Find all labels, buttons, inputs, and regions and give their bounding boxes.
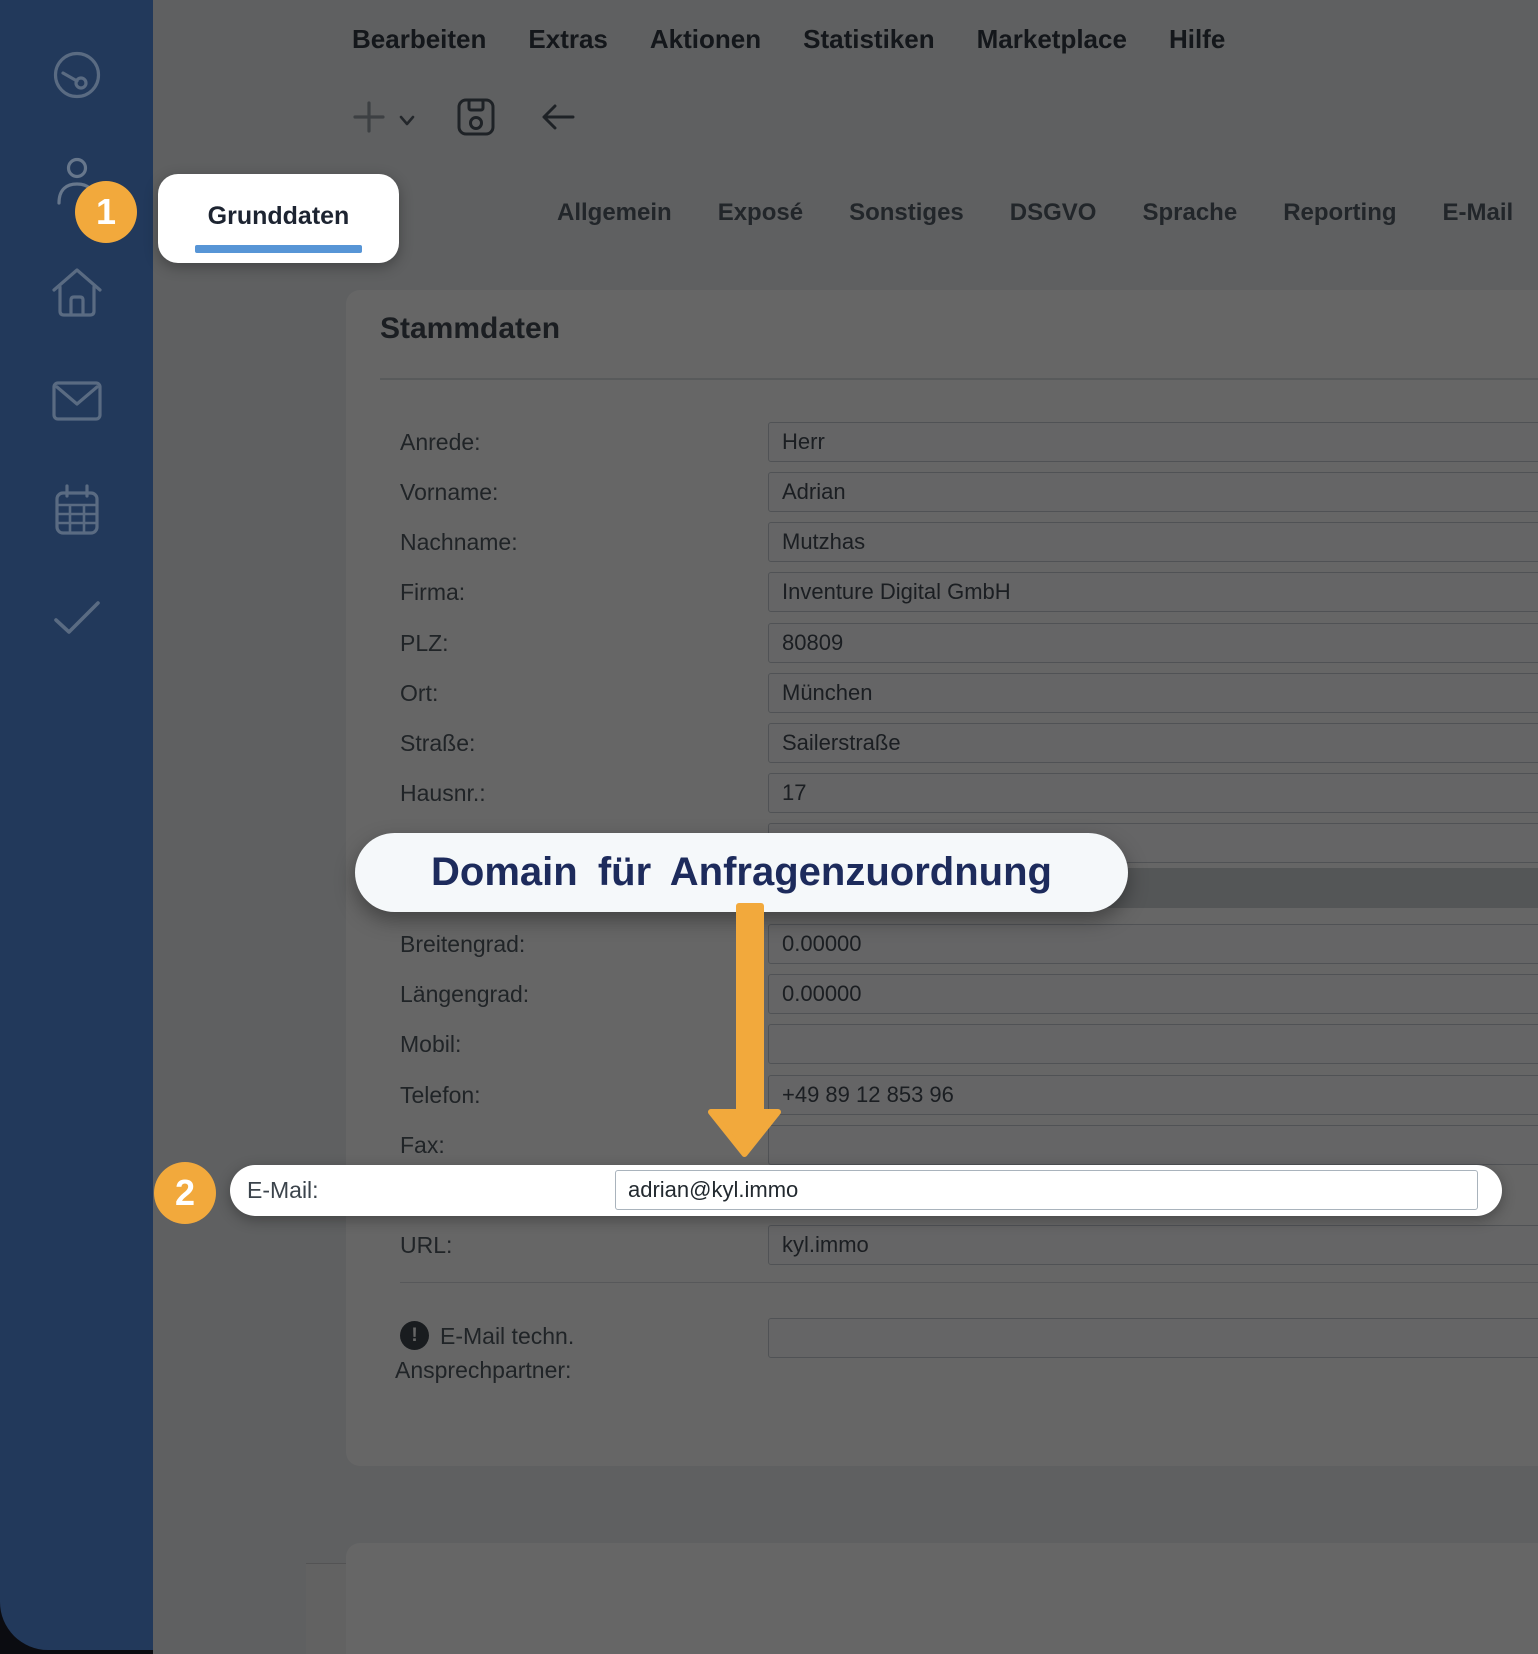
sidebar (0, 0, 153, 1650)
active-tab-underline (195, 245, 362, 253)
home-icon[interactable] (0, 266, 153, 320)
email-row-spotlight: E-Mail: adrian@kyl.immo (230, 1165, 1502, 1216)
calendar-icon[interactable] (0, 484, 153, 536)
active-tab-label: Grunddaten (207, 202, 350, 230)
step-badge-1: 1 (75, 181, 137, 243)
tab-grunddaten-active[interactable]: Grunddaten (158, 174, 399, 263)
email-input[interactable]: adrian@kyl.immo (615, 1170, 1478, 1210)
step-badge-2: 2 (154, 1162, 216, 1224)
logo-clock-icon[interactable] (0, 50, 153, 100)
mail-icon[interactable] (0, 381, 153, 421)
check-icon[interactable] (0, 600, 153, 636)
field-label-email: E-Mail: (247, 1177, 319, 1203)
annotation-arrow-down-icon (708, 903, 781, 1157)
